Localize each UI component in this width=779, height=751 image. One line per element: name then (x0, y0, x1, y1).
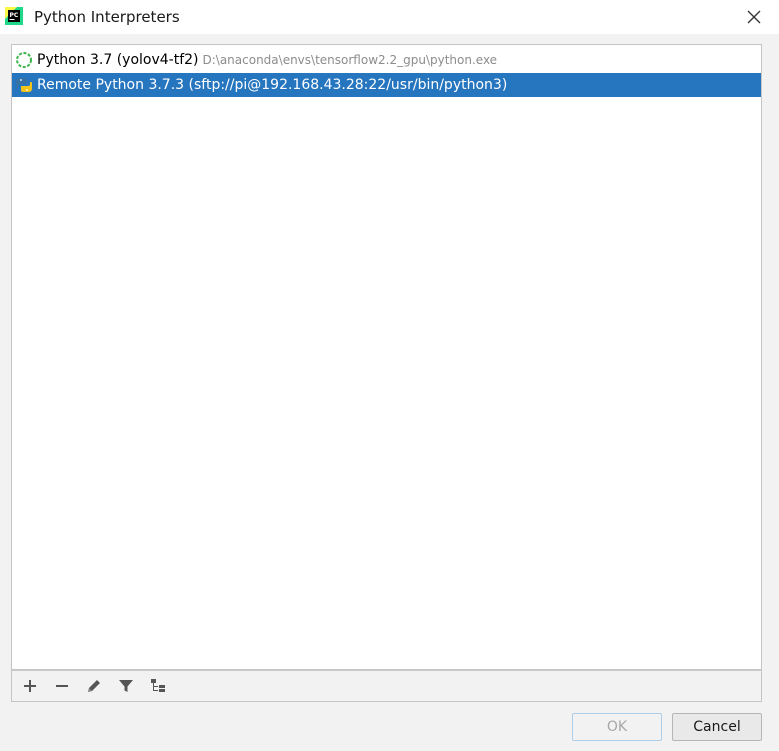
filter-button[interactable] (116, 676, 136, 696)
cancel-button[interactable]: Cancel (672, 713, 762, 741)
remove-icon (56, 685, 68, 687)
interpreter-name: Remote Python 3.7.3 (sftp://pi@192.168.4… (37, 77, 508, 93)
show-paths-button[interactable] (149, 676, 169, 696)
remove-button[interactable] (52, 676, 72, 696)
show-paths-icon (151, 679, 165, 692)
interpreter-name: Python 3.7 (yolov4-tf2) (37, 52, 199, 68)
loading-spinner-icon (14, 50, 34, 70)
edit-button[interactable] (84, 676, 104, 696)
add-icon (24, 680, 36, 692)
interpreter-row[interactable]: Python 3.7 (yolov4-tf2) D:\anaconda\envs… (12, 48, 761, 72)
close-icon (747, 10, 761, 24)
edit-icon (88, 680, 100, 692)
interpreter-toolbar (11, 670, 762, 702)
pycharm-icon: PC (5, 7, 23, 25)
close-button[interactable] (743, 6, 765, 28)
interpreter-row-selected[interactable]: Remote Python 3.7.3 (sftp://pi@192.168.4… (12, 73, 761, 97)
add-button[interactable] (20, 676, 40, 696)
filter-icon (119, 680, 133, 692)
title-bar: PC Python Interpreters (0, 0, 779, 34)
interpreter-path: D:\anaconda\envs\tensorflow2.2_gpu\pytho… (202, 53, 498, 67)
svg-text:PC: PC (10, 12, 19, 19)
interpreter-list[interactable]: Python 3.7 (yolov4-tf2) D:\anaconda\envs… (11, 44, 762, 670)
ok-button[interactable]: OK (572, 713, 662, 741)
window-title: Python Interpreters (34, 8, 180, 26)
remote-python-icon (14, 75, 34, 95)
